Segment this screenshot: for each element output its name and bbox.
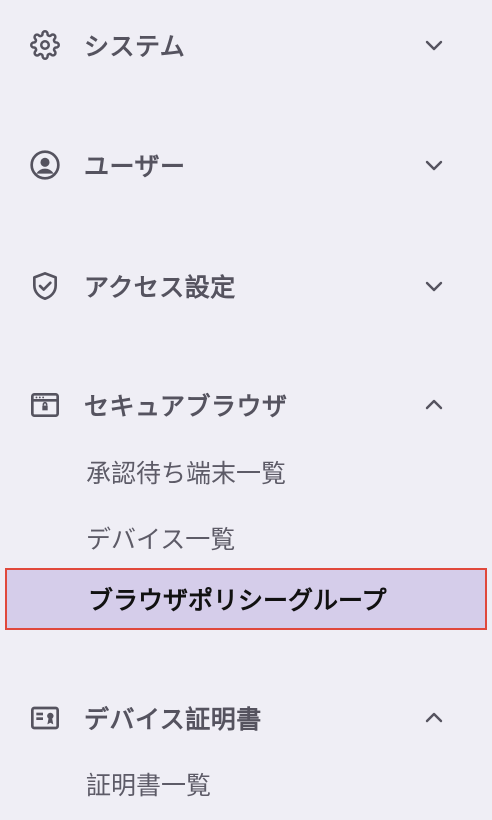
certificate-icon <box>28 701 62 735</box>
sidebar-section-system[interactable]: システム <box>0 15 492 75</box>
gear-icon <box>28 28 62 62</box>
sidebar-section-label: アクセス設定 <box>84 273 236 302</box>
chevron-up-icon <box>420 704 448 732</box>
sidebar-item-pending-devices[interactable]: 承認待ち端末一覧 <box>0 444 492 500</box>
sidebar-item-label: デバイス一覧 <box>86 525 236 554</box>
sidebar-item-device-list[interactable]: デバイス一覧 <box>0 510 492 566</box>
sidebar-item-label: 証明書一覧 <box>86 771 212 800</box>
sidebar-section-users[interactable]: ユーザー <box>0 135 492 195</box>
chevron-up-icon <box>420 391 448 419</box>
sidebar-section-device-certificate[interactable]: デバイス証明書 <box>0 688 492 748</box>
sidebar-section-access-settings[interactable]: アクセス設定 <box>0 256 492 316</box>
sidebar-section-secure-browser[interactable]: セキュアブラウザ <box>0 375 492 435</box>
chevron-down-icon <box>420 272 448 300</box>
sidebar-section-label: システム <box>84 32 186 61</box>
chevron-down-icon <box>420 151 448 179</box>
browser-window-icon <box>28 388 62 422</box>
sidebar-item-label: 承認待ち端末一覧 <box>86 459 287 488</box>
sidebar-item-browser-policy-group[interactable]: ブラウザポリシーグループ <box>5 568 487 630</box>
sidebar-section-label: デバイス証明書 <box>84 705 262 734</box>
sidebar-section-label: セキュアブラウザ <box>84 392 288 421</box>
sidebar-section-label: ユーザー <box>84 152 186 181</box>
user-circle-icon <box>28 148 62 182</box>
shield-check-icon <box>28 269 62 303</box>
sidebar-nav: システム ユーザー アクセス設定 セキュアブラウザ 承認待ち端末一覧 デバイス一… <box>0 0 492 820</box>
sidebar-item-certificate-list[interactable]: 証明書一覧 <box>0 756 492 812</box>
sidebar-item-label: ブラウザポリシーグループ <box>88 586 387 615</box>
chevron-down-icon <box>420 31 448 59</box>
